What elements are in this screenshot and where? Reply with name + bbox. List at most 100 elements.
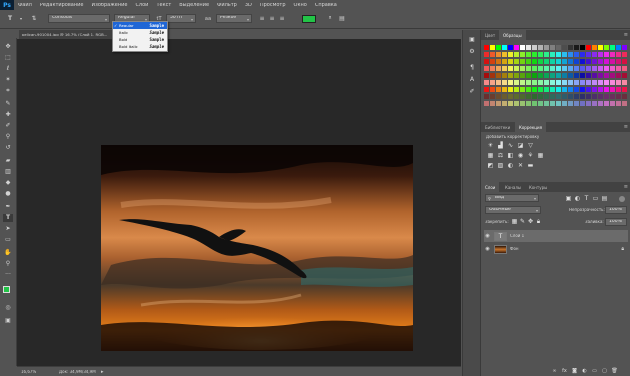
color-swatch[interactable] xyxy=(544,52,549,57)
color-swatch[interactable] xyxy=(598,87,603,92)
new-layer-icon[interactable]: ▢ xyxy=(601,368,608,375)
color-swatch[interactable] xyxy=(592,52,597,57)
fill-input[interactable]: 100% xyxy=(605,218,627,226)
color-swatch[interactable] xyxy=(580,66,585,71)
color-swatch[interactable] xyxy=(550,94,555,99)
color-swatch[interactable] xyxy=(520,45,525,50)
color-swatch[interactable] xyxy=(538,101,543,106)
color-swatch[interactable] xyxy=(610,45,615,50)
color-swatch[interactable] xyxy=(526,66,531,71)
font-size-select[interactable]: 50 пт ▾ xyxy=(166,14,196,23)
color-swatch[interactable] xyxy=(592,94,597,99)
color-swatch[interactable] xyxy=(532,59,537,64)
color-swatch[interactable] xyxy=(538,59,543,64)
levels-icon[interactable]: ▟ xyxy=(497,142,504,149)
color-swatch[interactable] xyxy=(502,52,507,57)
brightness-contrast-icon[interactable]: ☀ xyxy=(487,142,494,149)
color-swatch[interactable] xyxy=(496,73,501,78)
color-swatch[interactable] xyxy=(514,66,519,71)
add-mask-icon[interactable]: ◙ xyxy=(571,368,578,375)
color-swatch[interactable] xyxy=(580,52,585,57)
color-swatch[interactable] xyxy=(568,45,573,50)
menu-3d[interactable]: 3D xyxy=(241,3,256,8)
color-swatch[interactable] xyxy=(550,101,555,106)
font-style-option-bold[interactable]: Bold Sample xyxy=(113,36,167,43)
color-swatch[interactable] xyxy=(616,59,621,64)
color-swatch[interactable] xyxy=(574,66,579,71)
color-swatch[interactable] xyxy=(508,66,513,71)
visibility-eye-icon[interactable]: ◉ xyxy=(484,246,491,252)
visibility-eye-icon[interactable]: ◉ xyxy=(484,233,491,239)
color-swatch[interactable] xyxy=(526,73,531,78)
color-swatch[interactable] xyxy=(598,59,603,64)
color-swatch[interactable] xyxy=(562,80,567,85)
color-swatch[interactable] xyxy=(586,87,591,92)
preset-dropdown-icon[interactable]: ▾ xyxy=(17,15,25,23)
color-swatch[interactable] xyxy=(550,45,555,50)
color-swatch[interactable] xyxy=(532,94,537,99)
new-adjustment-icon[interactable]: ◐ xyxy=(581,368,588,375)
menu-select[interactable]: Выделение xyxy=(175,3,213,8)
color-swatch[interactable] xyxy=(544,66,549,71)
color-swatch[interactable] xyxy=(556,52,561,57)
color-swatch[interactable] xyxy=(538,73,543,78)
color-swatch[interactable] xyxy=(604,52,609,57)
color-swatch[interactable] xyxy=(556,80,561,85)
link-layers-icon[interactable]: ∞ xyxy=(551,368,558,375)
color-swatch[interactable] xyxy=(484,80,489,85)
color-swatch[interactable] xyxy=(574,52,579,57)
color-swatch[interactable] xyxy=(508,94,513,99)
color-swatch[interactable] xyxy=(508,59,513,64)
menu-help[interactable]: Справка xyxy=(311,3,341,8)
invert-icon[interactable]: ◩ xyxy=(487,162,494,169)
type-tool-icon[interactable]: T xyxy=(3,214,13,222)
align-left-icon[interactable]: ≡ xyxy=(258,15,266,23)
color-swatch[interactable] xyxy=(544,87,549,92)
color-swatch[interactable] xyxy=(550,73,555,78)
layer-style-icon[interactable]: fx xyxy=(561,368,568,375)
document-image[interactable] xyxy=(101,145,413,351)
color-swatch[interactable] xyxy=(514,73,519,78)
color-swatch[interactable] xyxy=(532,87,537,92)
color-swatch[interactable] xyxy=(568,87,573,92)
color-swatch[interactable] xyxy=(502,45,507,50)
color-swatch[interactable] xyxy=(484,66,489,71)
color-swatch[interactable] xyxy=(580,45,585,50)
selective-color-icon[interactable]: ✕ xyxy=(517,162,524,169)
color-swatch[interactable] xyxy=(574,87,579,92)
character-panel-icon[interactable]: A xyxy=(467,76,477,84)
color-swatch[interactable] xyxy=(538,52,543,57)
color-swatch[interactable] xyxy=(580,87,585,92)
color-swatch[interactable] xyxy=(604,73,609,78)
color-swatch[interactable] xyxy=(556,94,561,99)
font-style-option-regular[interactable]: ✓ Regular Sample xyxy=(113,22,167,29)
color-swatch[interactable] xyxy=(556,66,561,71)
color-swatch[interactable] xyxy=(538,66,543,71)
color-swatch[interactable] xyxy=(568,66,573,71)
align-right-icon[interactable]: ≡ xyxy=(278,15,286,23)
color-balance-icon[interactable]: ⚖ xyxy=(497,152,504,159)
document-size[interactable]: Док: 34,9М/34,9М xyxy=(59,370,96,374)
rectangle-tool-icon[interactable]: ▭ xyxy=(3,236,13,244)
tab-paths[interactable]: Контуры xyxy=(525,182,551,192)
color-swatch[interactable] xyxy=(604,80,609,85)
color-swatch[interactable] xyxy=(526,45,531,50)
color-swatch[interactable] xyxy=(604,66,609,71)
clone-stamp-tool-icon[interactable]: ⚲ xyxy=(3,133,13,141)
antialias-select[interactable]: Резкое ▾ xyxy=(216,14,252,23)
color-swatch[interactable] xyxy=(580,101,585,106)
canvas-workspace[interactable] xyxy=(17,39,461,366)
color-swatch[interactable] xyxy=(520,87,525,92)
exposure-icon[interactable]: ◪ xyxy=(517,142,524,149)
color-swatch[interactable] xyxy=(622,66,627,71)
color-swatch[interactable] xyxy=(496,59,501,64)
color-swatch[interactable] xyxy=(586,52,591,57)
color-swatch[interactable] xyxy=(520,52,525,57)
color-swatch[interactable] xyxy=(598,80,603,85)
type-tool-preset-icon[interactable]: T xyxy=(6,15,14,23)
color-swatch[interactable] xyxy=(598,101,603,106)
tab-libraries[interactable]: Библиотеки xyxy=(481,122,514,132)
color-swatch[interactable] xyxy=(592,101,597,106)
color-swatch[interactable] xyxy=(508,80,513,85)
color-swatch[interactable] xyxy=(580,73,585,78)
